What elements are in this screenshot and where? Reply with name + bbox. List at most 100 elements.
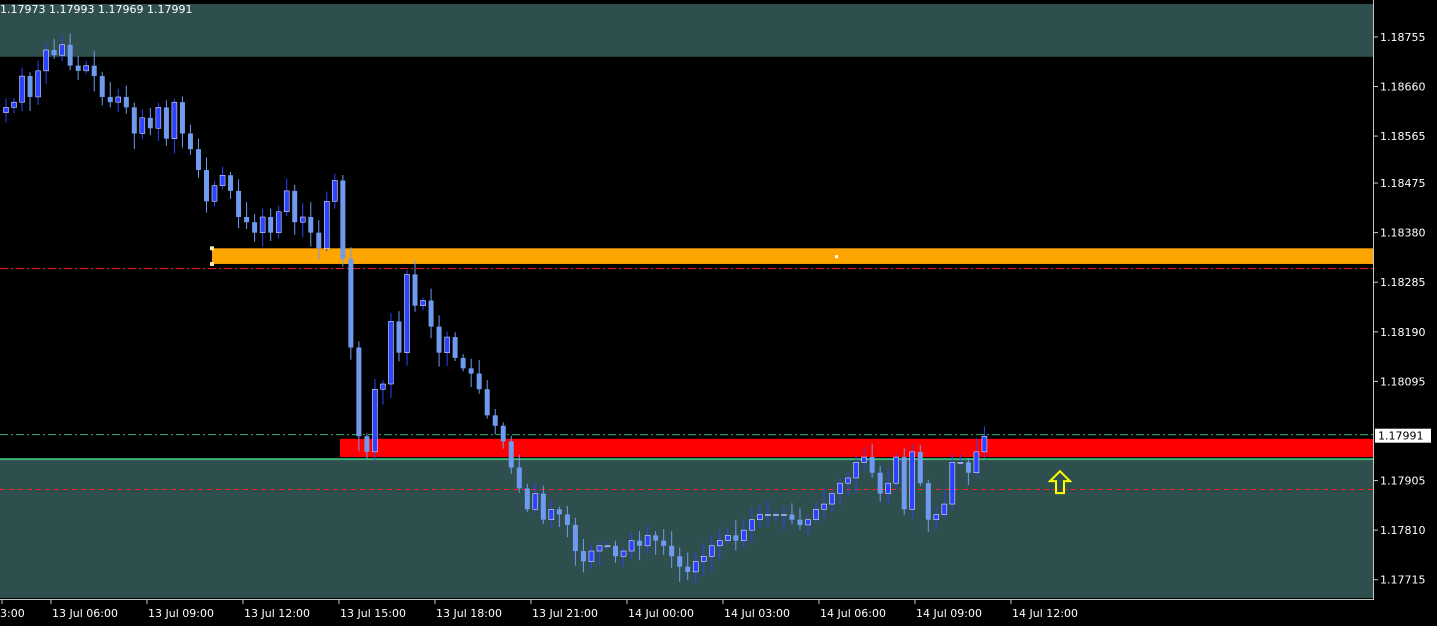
- candle-body: [685, 566, 691, 572]
- y-tick-label: 1.18565: [1380, 130, 1426, 143]
- candle-body: [308, 216, 314, 233]
- candle-body: [412, 274, 418, 306]
- candle-body: [364, 436, 370, 452]
- candle-body: [436, 326, 442, 353]
- candle-body: [324, 201, 330, 249]
- candle-body: [19, 75, 25, 103]
- candle: [949, 454, 956, 510]
- candle: [155, 102, 162, 141]
- candle-body: [452, 337, 458, 358]
- candle: [139, 109, 146, 140]
- candle-body: [396, 321, 402, 353]
- candle: [19, 67, 25, 112]
- candle-body: [356, 347, 362, 437]
- x-tick-label: 13 Jul 06:00: [52, 607, 118, 620]
- candle: [292, 184, 298, 235]
- candle: [147, 108, 153, 136]
- candle: [171, 98, 178, 154]
- candle-body: [765, 514, 771, 516]
- candle-body: [909, 451, 916, 510]
- candle-body: [155, 107, 162, 129]
- candle-body: [564, 514, 570, 525]
- candle: [324, 191, 330, 252]
- candle-body: [877, 472, 883, 494]
- candle-body: [283, 190, 290, 213]
- candle: [123, 85, 129, 114]
- candle-body: [588, 550, 595, 562]
- candle: [259, 208, 266, 247]
- candle-body: [75, 65, 81, 71]
- candle: [211, 181, 218, 207]
- candle-body: [821, 503, 827, 510]
- candle-body: [524, 488, 530, 510]
- candle: [348, 247, 354, 360]
- candle-body: [51, 49, 57, 56]
- candle: [131, 102, 137, 149]
- candle-body: [107, 96, 113, 103]
- candle: [75, 55, 81, 80]
- candle-body: [757, 514, 763, 520]
- candle: [244, 201, 250, 230]
- y-tick-label: 1.18190: [1380, 326, 1426, 339]
- candle-body: [773, 514, 779, 516]
- candle-body: [460, 357, 466, 369]
- candle-body: [893, 456, 899, 484]
- candle: [115, 88, 122, 112]
- candle: [420, 297, 426, 311]
- candle-body: [27, 76, 33, 97]
- candle-body: [653, 535, 659, 541]
- candle: [412, 260, 418, 312]
- candle: [356, 341, 362, 452]
- candle-body: [67, 44, 73, 66]
- candle-body: [380, 383, 386, 390]
- candle: [283, 178, 290, 217]
- candle: [219, 166, 226, 190]
- candle: [187, 124, 193, 155]
- y-tick-label: 1.18755: [1380, 31, 1426, 44]
- candle-body: [901, 457, 907, 510]
- candle-body: [540, 493, 546, 520]
- zones-layer: [0, 4, 1373, 598]
- candle: [3, 98, 9, 123]
- candle-body: [316, 232, 322, 249]
- candle-body: [933, 514, 940, 520]
- candle-body: [692, 561, 699, 573]
- candle-body: [741, 529, 747, 541]
- candle-body: [637, 540, 643, 546]
- zone-anchor-bottom: [210, 261, 214, 266]
- candle: [332, 173, 338, 209]
- candle-body: [717, 540, 723, 547]
- candle: [468, 358, 474, 388]
- candle-body: [981, 435, 988, 453]
- candle: [35, 60, 41, 105]
- zone-anchor-mid: [835, 255, 838, 259]
- candle: [204, 157, 209, 213]
- candle-body: [580, 551, 586, 562]
- candle-body: [548, 509, 555, 520]
- candle-body: [917, 451, 923, 484]
- candle-body: [43, 49, 49, 72]
- candle-body: [700, 555, 707, 562]
- candle: [492, 409, 498, 435]
- candle-body: [661, 540, 667, 546]
- candle-body: [492, 415, 498, 426]
- candle: [372, 378, 378, 461]
- candle-body: [211, 185, 218, 202]
- y-tick-label: 1.18285: [1380, 276, 1426, 289]
- y-tick-label: 1.18660: [1380, 81, 1426, 94]
- lower-zone: [0, 459, 1373, 598]
- candle-body: [147, 117, 153, 129]
- price-chart[interactable]: 1.18755 1.18660 1.18565 1.18475 1.18380 1.182…: [0, 0, 1437, 626]
- candle-body: [59, 44, 65, 56]
- candle-body: [861, 456, 867, 463]
- y-tick-label: 1.18475: [1380, 177, 1426, 190]
- candle-body: [957, 462, 964, 464]
- candle: [452, 332, 458, 362]
- candle-body: [516, 467, 522, 489]
- candle: [909, 444, 916, 519]
- candle: [436, 315, 442, 367]
- x-tick-label: 14 Jul 06:00: [820, 607, 886, 620]
- candle-body: [292, 190, 298, 223]
- candle-body: [428, 300, 434, 327]
- candle-body: [388, 321, 394, 385]
